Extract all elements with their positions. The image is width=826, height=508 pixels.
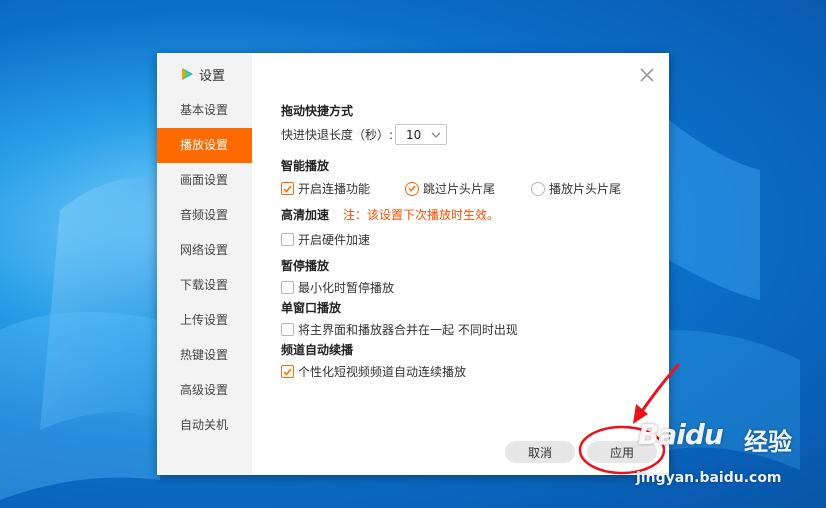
watermark-url: jingyan.baidu.com: [636, 470, 782, 486]
chevron-down-icon: [431, 132, 441, 138]
sidebar-item-audio[interactable]: 音频设置: [157, 198, 252, 233]
auto-continue-option[interactable]: 个性化短视频频道自动连续播放: [281, 363, 466, 380]
sidebar-item-upload[interactable]: 上传设置: [157, 303, 252, 338]
sidebar-item-hotkeys[interactable]: 热键设置: [157, 338, 252, 373]
continuous-play-checkbox[interactable]: [281, 182, 294, 195]
hardware-accel-option[interactable]: 开启硬件加速: [281, 231, 370, 248]
baidu-watermark: Baidu 经验 jingyan.baidu.com: [636, 418, 826, 498]
merge-window-label: 将主界面和播放器合并在一起 不同时出现: [298, 323, 518, 337]
seek-step-label: 快进快退长度（秒）:: [281, 128, 394, 142]
watermark-cn: 经验: [744, 428, 792, 456]
seek-step-row: 快进快退长度（秒）: 10: [281, 124, 448, 145]
auto-continue-checkbox[interactable]: [281, 365, 294, 378]
play-intro-option[interactable]: 播放片头片尾: [531, 180, 621, 197]
section-title-channel: 频道自动续播: [281, 343, 354, 357]
hd-title-text: 高清加速: [281, 208, 330, 222]
section-title-hd: 高清加速 注：该设置下次播放时生效。: [281, 206, 499, 223]
sidebar-item-advanced[interactable]: 高级设置: [157, 373, 252, 408]
minimize-pause-label: 最小化时暂停播放: [298, 281, 395, 295]
hardware-accel-checkbox[interactable]: [281, 233, 294, 246]
skip-intro-label: 跳过片头片尾: [423, 182, 496, 196]
minimize-pause-option[interactable]: 最小化时暂停播放: [281, 279, 394, 296]
section-title-drag: 拖动快捷方式: [281, 104, 354, 118]
sidebar-item-playback[interactable]: 播放设置: [157, 128, 252, 163]
check-icon: [408, 185, 416, 192]
continuous-play-option[interactable]: 开启连播功能: [281, 180, 370, 197]
settings-nav: 基本设置 播放设置 画面设置 音频设置 网络设置 下载设置 上传设置 热键设置 …: [157, 93, 252, 443]
sidebar-item-download[interactable]: 下载设置: [157, 268, 252, 303]
section-title-smart: 智能播放: [281, 159, 330, 173]
skip-intro-radio[interactable]: [405, 181, 419, 196]
hardware-accel-label: 开启硬件加速: [298, 233, 371, 247]
dialog-title-text: 设置: [199, 68, 226, 84]
close-icon: [640, 68, 654, 82]
sidebar-item-network[interactable]: 网络设置: [157, 233, 252, 268]
skip-intro-option[interactable]: 跳过片头片尾: [405, 180, 495, 197]
dialog-title: 设置: [179, 64, 225, 84]
minimize-pause-checkbox[interactable]: [281, 281, 294, 294]
watermark-brand: Baidu: [638, 418, 724, 451]
sidebar-item-basic[interactable]: 基本设置: [157, 93, 252, 128]
check-icon: [283, 368, 292, 376]
hd-note: 注：该设置下次播放时生效。: [343, 208, 500, 222]
merge-window-checkbox[interactable]: [281, 323, 294, 336]
seek-step-value: 10: [406, 127, 422, 142]
cancel-button[interactable]: 取消: [505, 441, 575, 463]
settings-dialog: 设置 基本设置 播放设置 画面设置 音频设置 网络设置 下载设置 上传设置 热键…: [157, 53, 669, 475]
check-icon: [283, 185, 292, 193]
continuous-play-label: 开启连播功能: [298, 182, 371, 196]
play-intro-label: 播放片头片尾: [549, 182, 622, 196]
sidebar-item-auto-shutdown[interactable]: 自动关机: [157, 408, 252, 443]
auto-continue-label: 个性化短视频频道自动连续播放: [298, 365, 467, 379]
seek-step-select[interactable]: 10: [395, 124, 448, 145]
merge-window-option[interactable]: 将主界面和播放器合并在一起 不同时出现: [281, 321, 518, 338]
play-intro-radio[interactable]: [531, 181, 545, 196]
section-title-pause: 暂停播放: [281, 259, 330, 273]
tencent-video-icon: [182, 68, 193, 80]
sidebar-item-picture[interactable]: 画面设置: [157, 163, 252, 198]
settings-sidebar: 设置 基本设置 播放设置 画面设置 音频设置 网络设置 下载设置 上传设置 热键…: [157, 53, 252, 475]
section-title-single: 单窗口播放: [281, 301, 342, 315]
close-button[interactable]: [635, 63, 659, 87]
